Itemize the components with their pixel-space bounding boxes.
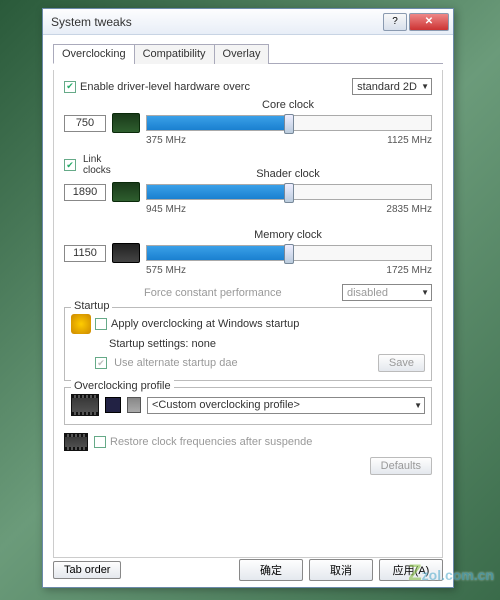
close-button[interactable]: ✕ <box>409 13 449 31</box>
enable-checkbox[interactable]: ✔ <box>64 81 76 93</box>
memory-max: 1725 MHz <box>386 265 432 276</box>
shader-max: 2835 MHz <box>386 204 432 215</box>
cancel-button[interactable]: 取消 <box>309 559 373 581</box>
memory-min: 575 MHz <box>146 265 186 276</box>
profile-select[interactable]: standard 2D <box>352 78 432 95</box>
titlebar[interactable]: System tweaks ? ✕ <box>43 9 453 35</box>
alt-startup-label: Use alternate startup dae <box>114 357 238 369</box>
disk-icon[interactable] <box>105 397 121 413</box>
titlebar-buttons: ? ✕ <box>383 13 449 31</box>
enable-row: ✔ Enable driver-level hardware overc sta… <box>64 78 432 95</box>
window-title: System tweaks <box>51 15 383 29</box>
window-body: Overclocking Compatibility Overlay ✔ Ena… <box>43 35 453 566</box>
shader-clock-label: Shader clock <box>144 168 432 180</box>
core-clock-value[interactable]: 750 <box>64 115 106 132</box>
film-icon-2 <box>64 433 88 451</box>
core-max: 1125 MHz <box>387 135 432 146</box>
restore-row: Restore clock frequencies after suspende <box>64 433 432 451</box>
core-clock-block: Core clock 750 375 MHz 1125 MHz <box>64 99 432 146</box>
system-tweaks-window: System tweaks ? ✕ Overclocking Compatibi… <box>42 8 454 588</box>
tab-overclocking[interactable]: Overclocking <box>53 44 135 64</box>
tab-row: Overclocking Compatibility Overlay <box>53 43 443 64</box>
oc-profile-group: Overclocking profile <Custom overclockin… <box>64 387 432 425</box>
force-row: Force constant performance disabled <box>144 284 432 301</box>
force-label: Force constant performance <box>144 287 282 299</box>
memory-clock-block: Memory clock 1150 575 MHz 1725 MHz <box>64 229 432 276</box>
apply-startup-checkbox[interactable] <box>95 318 107 330</box>
tab-overlay[interactable]: Overlay <box>214 44 270 64</box>
memory-clock-slider[interactable] <box>146 245 432 261</box>
apply-startup-label: Apply overclocking at Windows startup <box>111 318 299 330</box>
shader-clock-block: Shader clock 1890 945 MHz 2835 MHz <box>64 168 432 215</box>
ok-button[interactable]: 确定 <box>239 559 303 581</box>
link-checkbox[interactable]: ✔ <box>64 159 76 171</box>
defaults-button: Defaults <box>370 457 432 475</box>
alt-startup-checkbox: ✔ <box>95 357 107 369</box>
film-icon <box>71 394 99 416</box>
tab-compatibility[interactable]: Compatibility <box>134 44 215 64</box>
apply-button[interactable]: 应用(A) <box>379 559 443 581</box>
restore-checkbox <box>94 436 106 448</box>
core-clock-label: Core clock <box>144 99 432 111</box>
startup-icon <box>71 314 91 334</box>
tab-content: ✔ Enable driver-level hardware overc sta… <box>53 70 443 558</box>
startup-settings: Startup settings: none <box>109 338 216 350</box>
memory-clock-label: Memory clock <box>144 229 432 241</box>
oc-profile-select[interactable]: <Custom overclocking profile> <box>147 397 425 414</box>
trash-icon[interactable] <box>127 397 141 413</box>
gpu-chip-icon <box>112 182 140 202</box>
shader-clock-value[interactable]: 1890 <box>64 184 106 201</box>
help-button[interactable]: ? <box>383 13 407 31</box>
restore-label: Restore clock frequencies after suspende <box>110 436 312 448</box>
startup-group: Startup Apply overclocking at Windows st… <box>64 307 432 381</box>
startup-title: Startup <box>71 300 112 312</box>
core-min: 375 MHz <box>146 135 186 146</box>
gpu-chip-icon <box>112 113 140 133</box>
oc-profile-title: Overclocking profile <box>71 380 174 392</box>
memory-clock-value[interactable]: 1150 <box>64 245 106 262</box>
save-button: Save <box>378 354 425 372</box>
force-select: disabled <box>342 284 432 301</box>
tab-order-button[interactable]: Tab order <box>53 561 121 579</box>
footer: Tab order 确定 取消 应用(A) <box>53 559 443 581</box>
shader-min: 945 MHz <box>146 204 186 215</box>
enable-label: Enable driver-level hardware overc <box>80 81 352 93</box>
core-clock-slider[interactable] <box>146 115 432 131</box>
shader-clock-slider[interactable] <box>146 184 432 200</box>
ram-chip-icon <box>112 243 140 263</box>
link-label: Link clocks <box>83 154 111 176</box>
